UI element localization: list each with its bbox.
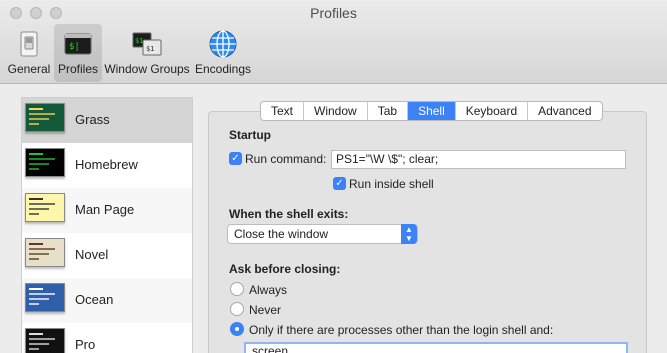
window-title: Profiles <box>310 5 357 21</box>
profile-thumbnail <box>25 328 65 353</box>
thumbnail-text-line <box>29 298 49 300</box>
svg-text:$1: $1 <box>146 45 154 53</box>
thumbnail-text-line <box>29 168 39 170</box>
run-command-field[interactable]: PS1="\W \$"; clear; <box>331 150 626 169</box>
run-inside-shell-label: Run inside shell <box>349 177 434 191</box>
profile-thumbnail <box>25 193 65 222</box>
profile-thumbnail <box>25 103 65 132</box>
thumbnail-text-line <box>29 338 55 340</box>
thumbnail-text-line <box>29 333 43 335</box>
profile-thumbnail <box>25 148 65 177</box>
tab-window[interactable]: Window <box>304 102 368 120</box>
run-command-checkbox[interactable]: ✓ <box>229 152 242 165</box>
profile-row-man-page[interactable]: Man Page <box>22 188 192 233</box>
thumbnail-text-line <box>29 303 39 305</box>
toolbar-encodings[interactable]: Encodings <box>194 24 252 82</box>
terminal-icon: $| <box>64 33 92 55</box>
shell-exits-selected: Close the window <box>234 227 329 241</box>
toolbar-window-groups[interactable]: $1 $1 Window Groups <box>104 24 190 82</box>
thumbnail-text-line <box>29 163 49 165</box>
thumbnail-text-line <box>29 258 39 260</box>
profile-row-homebrew[interactable]: Homebrew <box>22 143 192 188</box>
toolbar-window-groups-label: Window Groups <box>104 62 190 76</box>
profile-row-grass[interactable]: Grass <box>22 98 192 143</box>
run-inside-shell-checkbox[interactable]: ✓ <box>333 177 346 190</box>
tab-keyboard[interactable]: Keyboard <box>456 102 529 120</box>
thumbnail-text-line <box>29 343 49 345</box>
profile-row-ocean[interactable]: Ocean <box>22 278 192 323</box>
radio-never-label: Never <box>249 303 282 317</box>
thumbnail-text-line <box>29 203 55 205</box>
thumbnail-text-line <box>29 113 55 115</box>
radio-never[interactable] <box>230 302 244 316</box>
process-list[interactable]: screen <box>244 342 628 353</box>
startup-heading: Startup <box>229 128 271 142</box>
radio-only-if-processes-label: Only if there are processes other than t… <box>249 323 554 337</box>
profiles-list[interactable]: Grass Homebrew Man Page Novel Ocean Pro <box>21 97 193 353</box>
process-list-item[interactable]: screen <box>252 344 288 353</box>
thumbnail-text-line <box>29 213 39 215</box>
profile-name: Pro <box>75 337 96 352</box>
thumbnail-text-line <box>29 208 49 210</box>
thumbnail-text-line <box>29 153 43 155</box>
profile-name: Ocean <box>75 292 114 307</box>
tab-advanced[interactable]: Advanced <box>528 102 601 120</box>
thumbnail-text-line <box>29 158 55 160</box>
shell-exits-popup[interactable]: Close the window ▲ ▼ <box>227 224 418 244</box>
toolbar-profiles-label: Profiles <box>57 62 98 76</box>
thumbnail-text-line <box>29 108 43 110</box>
svg-text:$|: $| <box>69 42 80 52</box>
thumbnail-text-line <box>29 293 55 295</box>
profile-name: Man Page <box>75 202 135 217</box>
settings-tabs: Text Window Tab Shell Keyboard Advanced <box>260 101 603 121</box>
toolbar-general[interactable]: General <box>6 24 52 82</box>
thumbnail-text-line <box>29 288 43 290</box>
thumbnail-text-line <box>29 348 39 350</box>
thumbnail-text-line <box>29 123 39 125</box>
radio-always[interactable] <box>230 282 244 296</box>
thumbnail-text-line <box>29 118 49 120</box>
tab-text[interactable]: Text <box>261 102 305 120</box>
shell-exits-heading: When the shell exits: <box>229 207 349 221</box>
window-groups-icon: $1 $1 <box>132 32 162 56</box>
profile-name: Grass <box>75 112 110 127</box>
titlebar: Profiles General $| Profiles $1 $1 Windo… <box>0 0 667 84</box>
tab-shell[interactable]: Shell <box>408 102 456 120</box>
profile-thumbnail <box>25 283 65 312</box>
profile-name: Homebrew <box>75 157 138 172</box>
tab-tab[interactable]: Tab <box>368 102 409 120</box>
run-command-label: Run command: <box>245 152 327 166</box>
svg-text:$1: $1 <box>135 37 143 45</box>
updown-chevron-icon: ▲ ▼ <box>401 224 417 244</box>
thumbnail-text-line <box>29 243 43 245</box>
thumbnail-text-line <box>29 198 43 200</box>
ask-closing-heading: Ask before closing: <box>229 262 341 276</box>
radio-always-label: Always <box>249 283 288 297</box>
toolbar-general-label: General <box>7 62 51 76</box>
preferences-window: Profiles General $| Profiles $1 $1 Windo… <box>0 0 667 353</box>
profile-row-pro[interactable]: Pro <box>22 323 192 353</box>
thumbnail-text-line <box>29 253 49 255</box>
profile-name: Novel <box>75 247 109 262</box>
globe-icon <box>209 30 237 58</box>
toolbar-encodings-label: Encodings <box>194 62 252 76</box>
profile-thumbnail <box>25 238 65 267</box>
profile-row-novel[interactable]: Novel <box>22 233 192 278</box>
toolbar-profiles[interactable]: $| Profiles <box>54 24 102 82</box>
radio-only-if-processes[interactable] <box>230 322 244 336</box>
thumbnail-text-line <box>29 248 55 250</box>
switch-icon <box>20 31 38 57</box>
